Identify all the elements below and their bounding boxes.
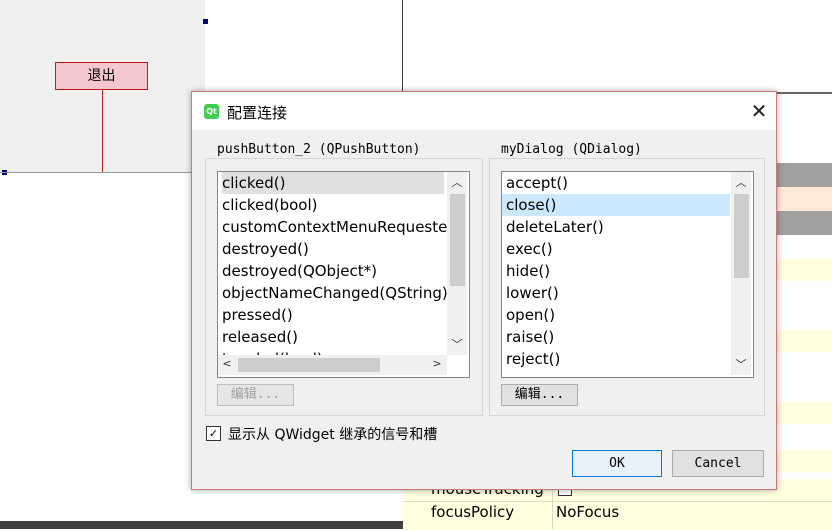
status-bar <box>0 521 403 529</box>
inherit-checkbox-label: 显示从 QWidget 继承的信号和槽 <box>228 427 438 443</box>
signal-list[interactable]: clicked() clicked(bool) customContextMen… <box>217 171 470 378</box>
chevron-up-icon[interactable]: ︿ <box>447 174 467 190</box>
vertical-scrollbar[interactable]: ︿ ﹀ <box>731 172 751 375</box>
scroll-thumb[interactable] <box>238 358 380 372</box>
list-item[interactable]: released() <box>222 326 298 348</box>
scroll-thumb[interactable] <box>734 194 749 278</box>
list-item[interactable]: reject() <box>506 348 560 370</box>
property-value[interactable]: NoFocus <box>556 503 619 521</box>
chevron-down-icon[interactable]: ﹀ <box>447 336 467 352</box>
signal-group-title: pushButton_2 (QPushButton) <box>214 142 424 157</box>
ok-button[interactable]: OK <box>572 450 662 477</box>
list-item[interactable]: open() <box>506 304 555 326</box>
list-item[interactable]: customContextMenuRequeste <box>222 216 447 238</box>
chevron-left-icon[interactable]: < <box>220 357 234 370</box>
exit-button[interactable]: 退出 <box>55 62 148 90</box>
list-item[interactable]: destroyed(QObject*) <box>222 260 377 282</box>
chevron-up-icon[interactable]: ︿ <box>731 174 751 190</box>
list-item[interactable]: lower() <box>506 282 559 304</box>
close-icon[interactable]: ✕ <box>747 99 771 123</box>
list-item[interactable]: clicked() <box>222 172 444 194</box>
property-name: focusPolicy <box>431 503 515 521</box>
horizontal-scrollbar[interactable]: < > <box>218 355 447 375</box>
dialog-title: 配置连接 <box>227 104 288 122</box>
list-item[interactable]: deleteLater() <box>506 216 604 238</box>
slot-group-title: myDialog (QDialog) <box>498 142 645 157</box>
edit-signals-button[interactable]: 编辑... <box>217 384 294 406</box>
list-item[interactable]: clicked(bool) <box>222 194 317 216</box>
list-item[interactable]: accept() <box>506 172 568 194</box>
scroll-thumb[interactable] <box>450 194 465 286</box>
list-item[interactable]: objectNameChanged(QString) <box>222 282 448 304</box>
list-item[interactable]: exec() <box>506 238 553 260</box>
vertical-scrollbar[interactable]: ︿ ﹀ <box>447 172 467 355</box>
panel-separator <box>402 0 403 92</box>
inherit-checkbox[interactable]: ✓ <box>206 426 221 441</box>
list-item[interactable]: hide() <box>506 260 550 282</box>
chevron-down-icon[interactable]: ﹀ <box>731 356 751 372</box>
slot-list[interactable]: accept() close() deleteLater() exec() hi… <box>501 171 754 378</box>
configure-connection-dialog: Qt 配置连接 ✕ pushButton_2 (QPushButton) cli… <box>191 91 777 490</box>
list-item[interactable]: close() <box>502 194 730 216</box>
dialog-titlebar: Qt 配置连接 ✕ <box>192 92 776 130</box>
list-item[interactable]: raise() <box>506 326 554 348</box>
resize-handle[interactable] <box>203 19 208 24</box>
cancel-button[interactable]: Cancel <box>672 450 764 477</box>
chevron-right-icon[interactable]: > <box>430 357 444 370</box>
edit-slots-button[interactable]: 编辑... <box>501 384 578 406</box>
list-item[interactable]: pressed() <box>222 304 293 326</box>
list-item[interactable]: destroyed() <box>222 238 309 260</box>
connection-line <box>102 89 103 172</box>
qt-logo-icon: Qt <box>204 104 219 119</box>
